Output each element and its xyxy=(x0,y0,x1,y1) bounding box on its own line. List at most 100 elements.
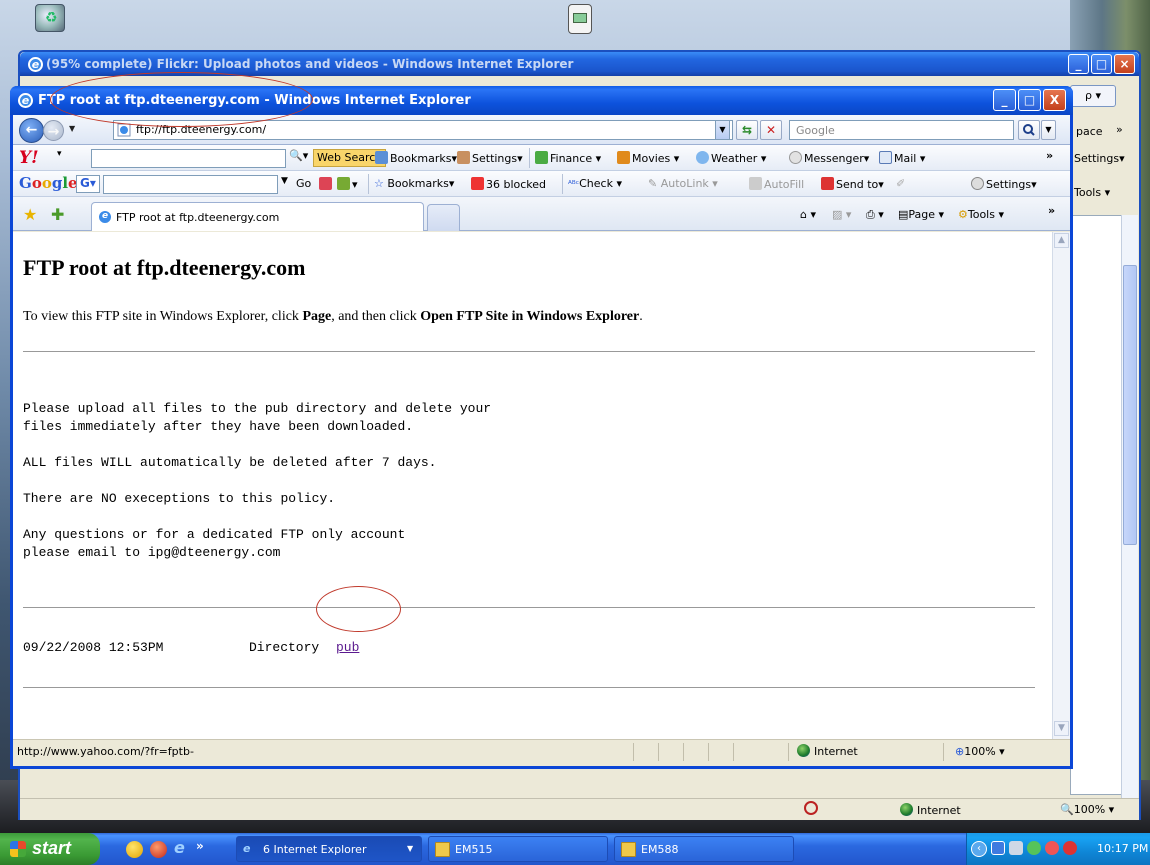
security-zone[interactable]: Internet xyxy=(797,744,858,758)
google-settings-button[interactable]: Settings▾ xyxy=(971,177,1037,191)
popup-blocker-button[interactable]: 36 blocked xyxy=(471,177,546,191)
yahoo-messenger-button[interactable]: Messenger▾ xyxy=(789,151,869,165)
ie-quicklaunch-icon[interactable]: e xyxy=(174,838,191,857)
bg-close-button[interactable]: × xyxy=(1114,54,1135,74)
google-go-button[interactable]: Go xyxy=(296,177,311,190)
back-button[interactable]: ← xyxy=(19,118,44,143)
taskbar-em588[interactable]: EM588 xyxy=(614,836,794,862)
yahoo-logo[interactable]: Y! xyxy=(19,148,39,168)
display-tray-icon[interactable] xyxy=(1009,841,1023,855)
favorites-star-icon[interactable]: ★ xyxy=(23,205,37,224)
taskbar-ie-group[interactable]: e 6 Internet Explorer ▼ xyxy=(236,836,422,862)
scroll-down-arrow[interactable]: ▼ xyxy=(1054,721,1069,736)
feeds-button[interactable]: ▨ ▾ xyxy=(832,208,851,221)
autofill-button[interactable]: AutoFill xyxy=(749,177,804,191)
tray-expand-icon[interactable]: ‹ xyxy=(971,841,987,857)
recent-pages-dropdown-icon[interactable]: ▼ xyxy=(69,124,75,133)
ie-window[interactable]: e FTP root at ftp.dteenergy.com - Window… xyxy=(10,86,1073,769)
tools-menu[interactable]: ⚙Tools ▾ xyxy=(958,208,1004,221)
google-bookmarks-button[interactable]: ☆ Bookmarks▾ xyxy=(374,177,454,190)
new-tab-button[interactable] xyxy=(427,204,460,231)
yahoo-menu-dropdown-icon[interactable]: ▾ xyxy=(57,149,62,159)
google-popup-icon[interactable]: ▾ xyxy=(337,177,358,191)
google-search-input[interactable] xyxy=(103,175,278,194)
bg-maximize-button[interactable]: □ xyxy=(1091,54,1112,74)
add-favorites-icon[interactable]: ✚ xyxy=(51,205,64,224)
yahoo-weather-button[interactable]: Weather ▾ xyxy=(696,151,766,165)
antivirus-tray-icon[interactable] xyxy=(1063,841,1077,855)
bg-toolbar-more[interactable]: » xyxy=(1116,123,1123,136)
address-dropdown-icon[interactable]: ▼ xyxy=(715,120,730,140)
status-divider xyxy=(633,743,634,761)
taskbar-em515-label: EM515 xyxy=(455,843,493,856)
zoom-control[interactable]: ⊕100% ▾ xyxy=(955,745,1005,758)
page-scrollbar[interactable]: ▲ ▼ xyxy=(1052,232,1070,739)
yahoo-settings-button[interactable]: Settings▾ xyxy=(457,151,523,165)
forward-button[interactable]: → xyxy=(43,120,64,141)
bg-tools-menu[interactable]: Tools ▾ xyxy=(1074,186,1110,199)
search-input[interactable]: Google xyxy=(789,120,1014,140)
opera-quicklaunch-icon[interactable] xyxy=(150,841,167,858)
yahoo-search-options[interactable]: 🔍▾ xyxy=(289,149,308,162)
autolink-button[interactable]: ✎ AutoLink ▾ xyxy=(648,177,718,190)
google-menu-button[interactable]: G▾ xyxy=(76,175,100,193)
privacy-report-icon[interactable] xyxy=(804,801,818,815)
yahoo-bookmarks-button[interactable]: Bookmarks▾ xyxy=(375,151,457,165)
start-label: start xyxy=(32,838,72,858)
refresh-button[interactable]: ⇆ xyxy=(736,120,758,140)
yahoo-mail-button[interactable]: Mail ▾ xyxy=(879,151,925,165)
ie-logo-icon: e xyxy=(28,57,43,72)
bg-space-link[interactable]: pace xyxy=(1076,125,1103,138)
tab-ftp-root[interactable]: e FTP root at ftp.dteenergy.com xyxy=(91,202,424,231)
search-button[interactable] xyxy=(1018,120,1040,140)
google-pagerank-icon[interactable] xyxy=(319,177,334,191)
clock[interactable]: 10:17 PM xyxy=(1097,842,1148,855)
yahoo-movies-button[interactable]: Movies ▾ xyxy=(617,151,679,165)
bg-settings-menu[interactable]: Settings▾ xyxy=(1074,152,1125,165)
google-search-dropdown-icon[interactable]: ▼ xyxy=(281,176,288,186)
message-line: please email to ipg@dteenergy.com xyxy=(23,545,281,560)
bg-zoom-control[interactable]: 🔍100% ▾ xyxy=(1060,803,1114,816)
google-logo-letter: g xyxy=(51,174,63,192)
yahoo-settings-label: Settings xyxy=(472,152,518,165)
scroll-up-arrow[interactable]: ▲ xyxy=(1054,233,1069,248)
quicklaunch-more[interactable]: » xyxy=(196,839,204,853)
yahoo-search-input[interactable] xyxy=(91,149,286,168)
home-button[interactable]: ⌂ ▾ xyxy=(800,208,816,221)
search-placeholder: Google xyxy=(796,124,835,137)
highlighter-icon[interactable]: ✐ xyxy=(896,177,905,190)
settings-circle-icon xyxy=(971,177,984,190)
close-button[interactable]: X xyxy=(1043,89,1066,111)
stop-button[interactable]: ✕ xyxy=(760,120,782,140)
search-options-dropdown-icon[interactable]: ▼ xyxy=(1041,120,1056,140)
command-bar-more[interactable]: » xyxy=(1048,204,1055,217)
wireless-tray-icon[interactable] xyxy=(1027,841,1041,855)
start-button[interactable]: start xyxy=(0,833,100,865)
yahoo-weather-label: Weather xyxy=(711,152,758,165)
minimize-button[interactable]: _ xyxy=(993,89,1016,111)
zoom-icon: ⊕ xyxy=(955,745,965,758)
network-tray-icon[interactable] xyxy=(991,841,1005,855)
autofill-label: AutoFill xyxy=(764,178,805,191)
search-icon xyxy=(1023,124,1035,136)
bg-minimize-button[interactable]: _ xyxy=(1068,54,1089,74)
bg-scrollbar[interactable] xyxy=(1121,215,1138,810)
send-to-button[interactable]: Send to▾ xyxy=(821,177,884,191)
message-line: Please upload all files to the pub direc… xyxy=(23,401,492,416)
recycle-bin-icon[interactable]: ♻ xyxy=(35,4,65,32)
maximize-button[interactable]: □ xyxy=(1018,89,1041,111)
yahoo-toolbar-more[interactable]: » xyxy=(1046,149,1053,162)
security-tray-icon[interactable] xyxy=(1045,841,1059,855)
google-logo[interactable]: Google xyxy=(19,174,78,192)
page-menu[interactable]: ▤Page ▾ xyxy=(898,208,944,221)
document-shortcut-icon[interactable] xyxy=(568,4,592,34)
yahoo-finance-button[interactable]: Finance ▾ xyxy=(535,151,601,165)
print-button[interactable]: ⎙ ▾ xyxy=(866,208,884,222)
taskbar-em515[interactable]: EM515 xyxy=(428,836,608,862)
spell-check-button[interactable]: ᴬᴮᶜCheck ▾ xyxy=(568,177,622,190)
messenger-quicklaunch-icon[interactable] xyxy=(126,841,143,858)
taskbar-em588-label: EM588 xyxy=(641,843,679,856)
bg-search-button[interactable]: ρ ▾ xyxy=(1070,85,1116,107)
pub-directory-link[interactable]: pub xyxy=(336,640,359,655)
bg-scrollbar-thumb[interactable] xyxy=(1123,265,1137,545)
